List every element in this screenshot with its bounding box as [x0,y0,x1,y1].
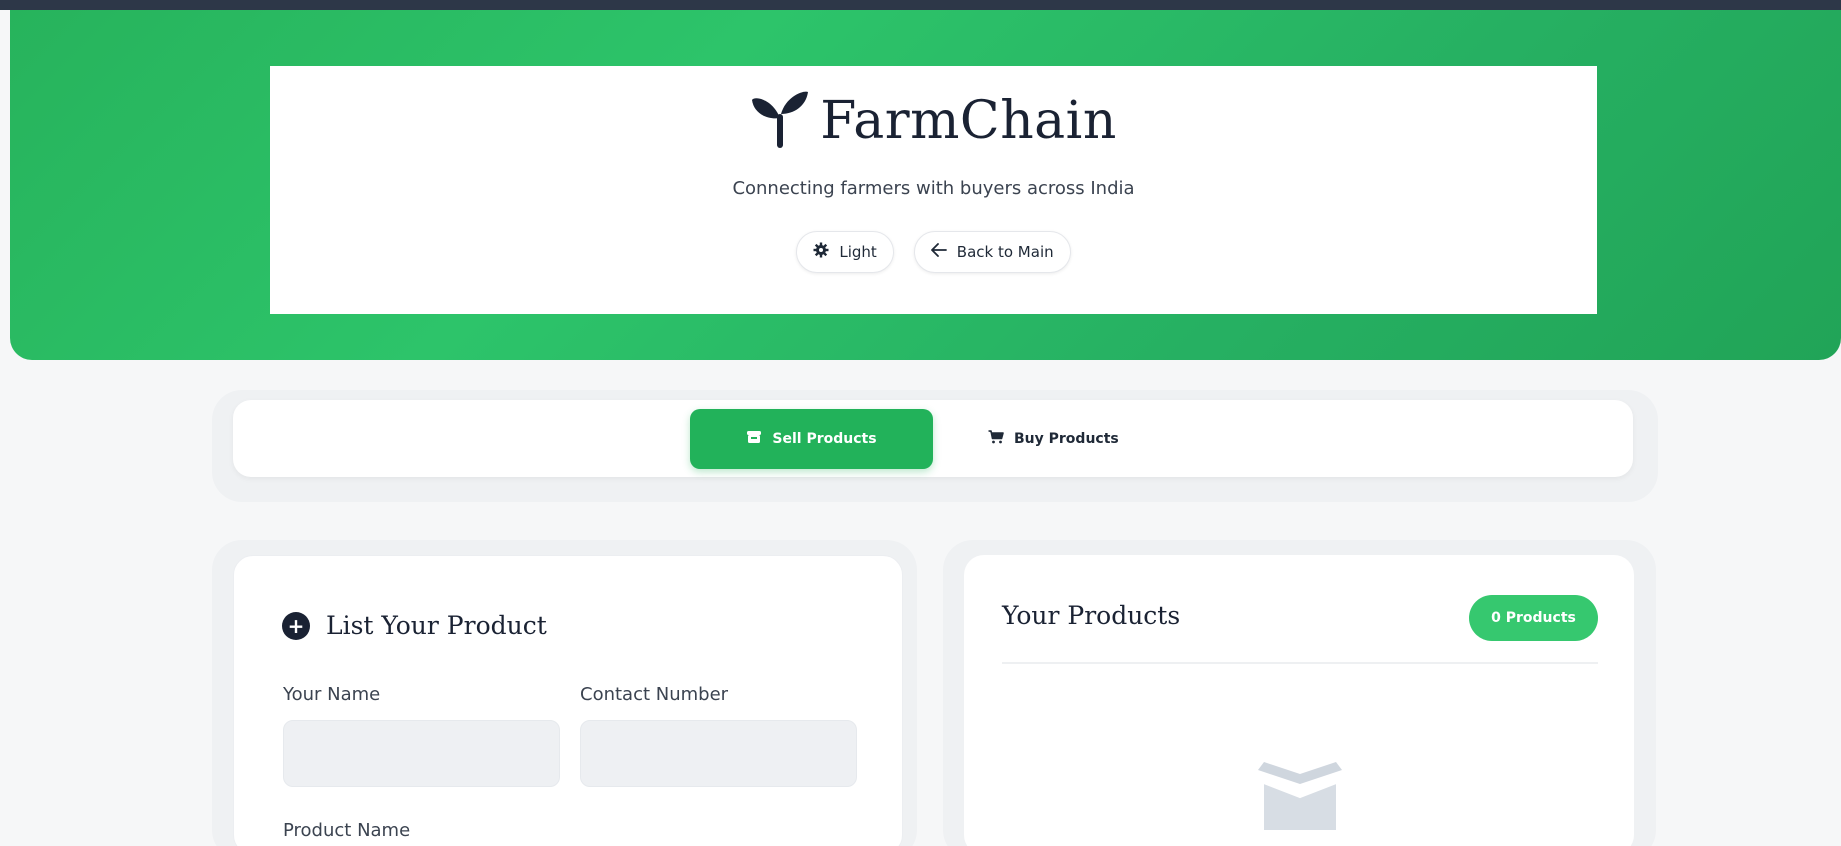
theme-toggle-button[interactable]: Light [796,231,894,273]
products-count-badge: 0 Products [1469,595,1598,641]
tab-buy-label: Buy Products [1014,431,1119,447]
plus-circle-icon: + [282,611,310,640]
list-product-title: List Your Product [326,611,547,640]
empty-box-icon [1250,760,1350,830]
your-name-label: Your Name [283,684,381,705]
back-to-main-button[interactable]: Back to Main [913,231,1071,273]
hero-card: FarmChain Connecting farmers with buyers… [270,66,1597,314]
product-name-label: Product Name [283,820,411,841]
brand: FarmChain [750,88,1117,154]
arrow-left-icon [930,243,947,261]
tab-buy-products[interactable]: Buy Products [988,409,1148,469]
your-name-input[interactable] [283,720,560,787]
sprout-icon [750,88,810,154]
theme-toggle-label: Light [839,243,877,261]
products-divider [1002,662,1598,664]
brand-title: FarmChain [820,91,1117,151]
tab-sell-label: Sell Products [772,431,877,447]
contact-number-label: Contact Number [580,684,729,705]
tab-sell-products[interactable]: Sell Products [690,409,933,469]
gear-icon [813,242,829,262]
contact-number-input[interactable] [580,720,857,787]
top-strip [0,0,1841,10]
cart-icon [988,430,1004,448]
brand-tagline: Connecting farmers with buyers across In… [732,178,1135,199]
your-products-title: Your Products [1002,601,1181,630]
back-to-main-label: Back to Main [956,243,1054,261]
tabs-bar [233,400,1633,477]
hero-buttons: Light Back to Main [796,231,1071,273]
list-product-header: + List Your Product [282,611,547,640]
store-icon [746,430,762,448]
